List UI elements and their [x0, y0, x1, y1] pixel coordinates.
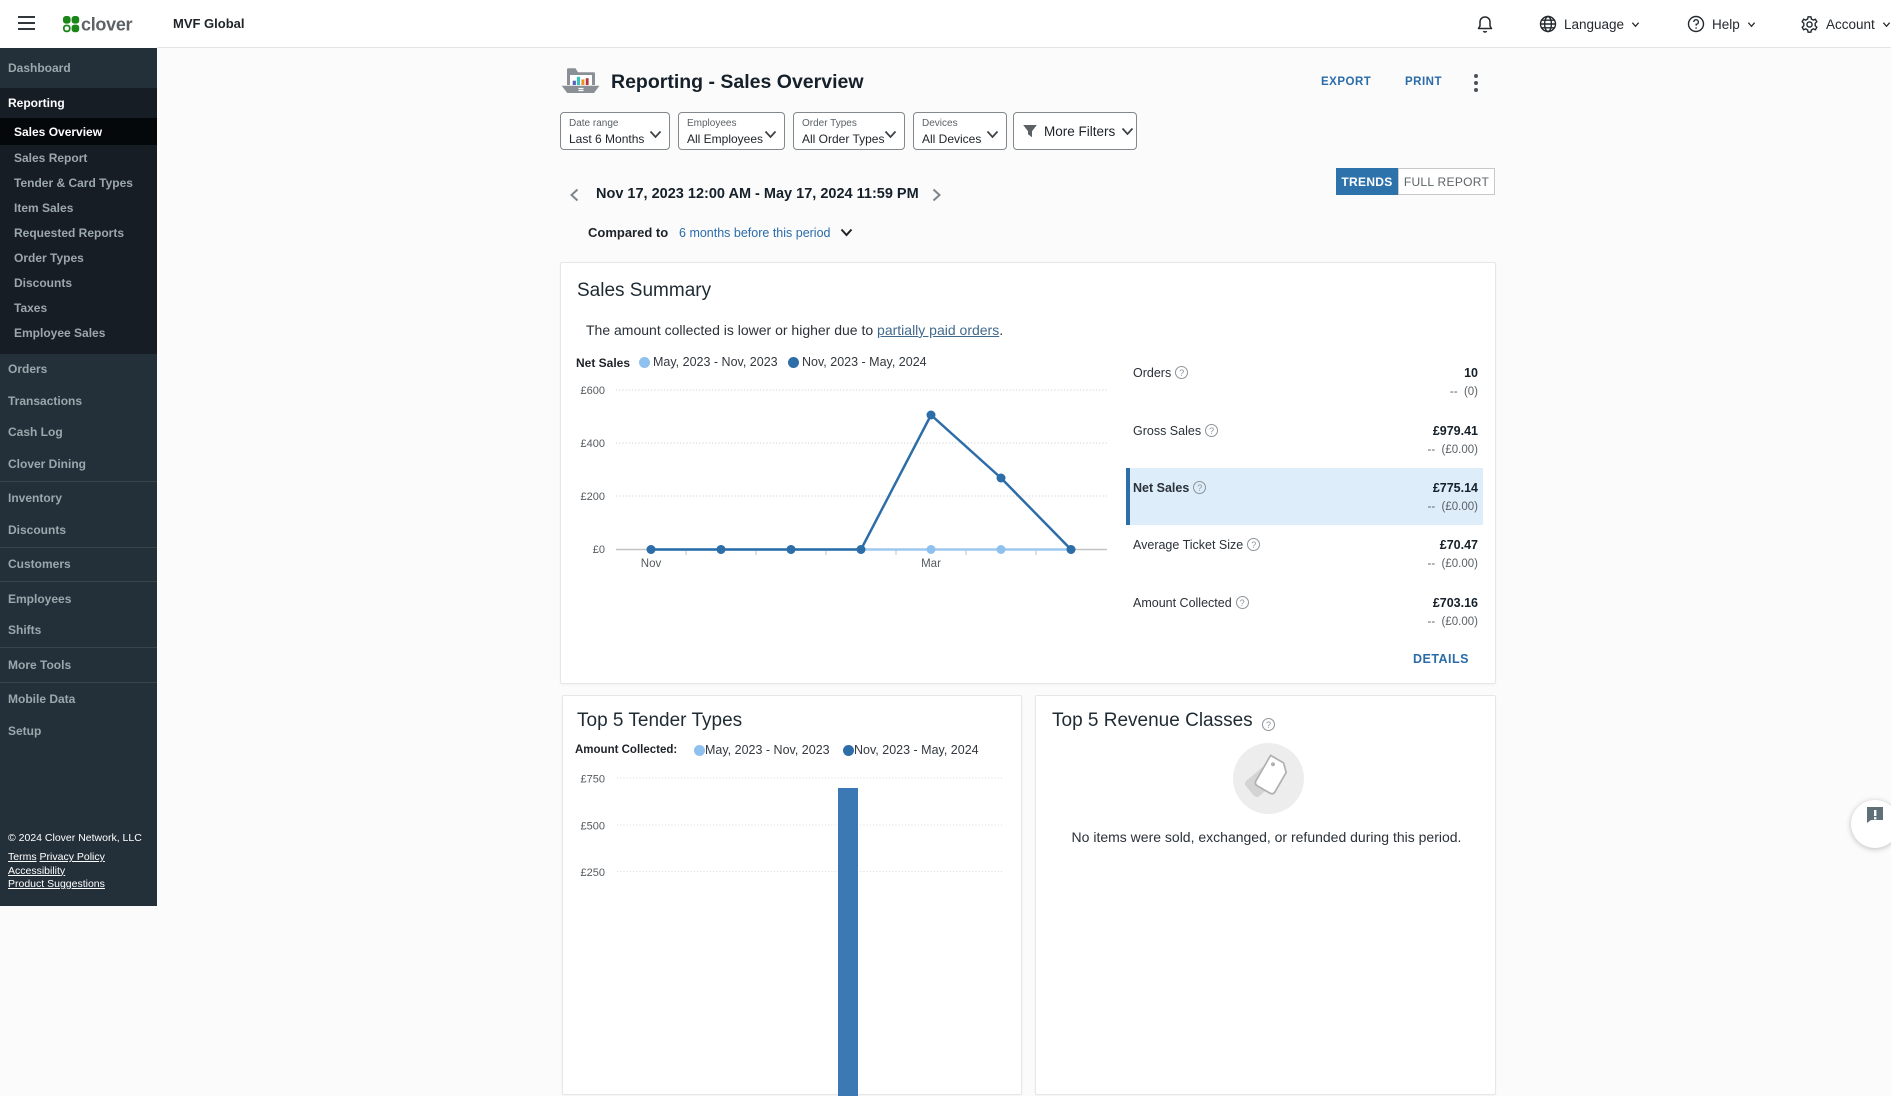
svg-text:£200: £200: [581, 491, 605, 503]
svg-text:£600: £600: [581, 385, 605, 397]
svg-text:£0: £0: [593, 544, 605, 556]
svg-text:£500: £500: [581, 821, 605, 833]
svg-text:£750: £750: [581, 774, 605, 786]
svg-text:Mar: Mar: [921, 558, 941, 570]
svg-text:Nov: Nov: [641, 558, 662, 570]
svg-text:clover: clover: [81, 15, 133, 35]
svg-text:£400: £400: [581, 438, 605, 450]
svg-text:£250: £250: [581, 867, 605, 879]
